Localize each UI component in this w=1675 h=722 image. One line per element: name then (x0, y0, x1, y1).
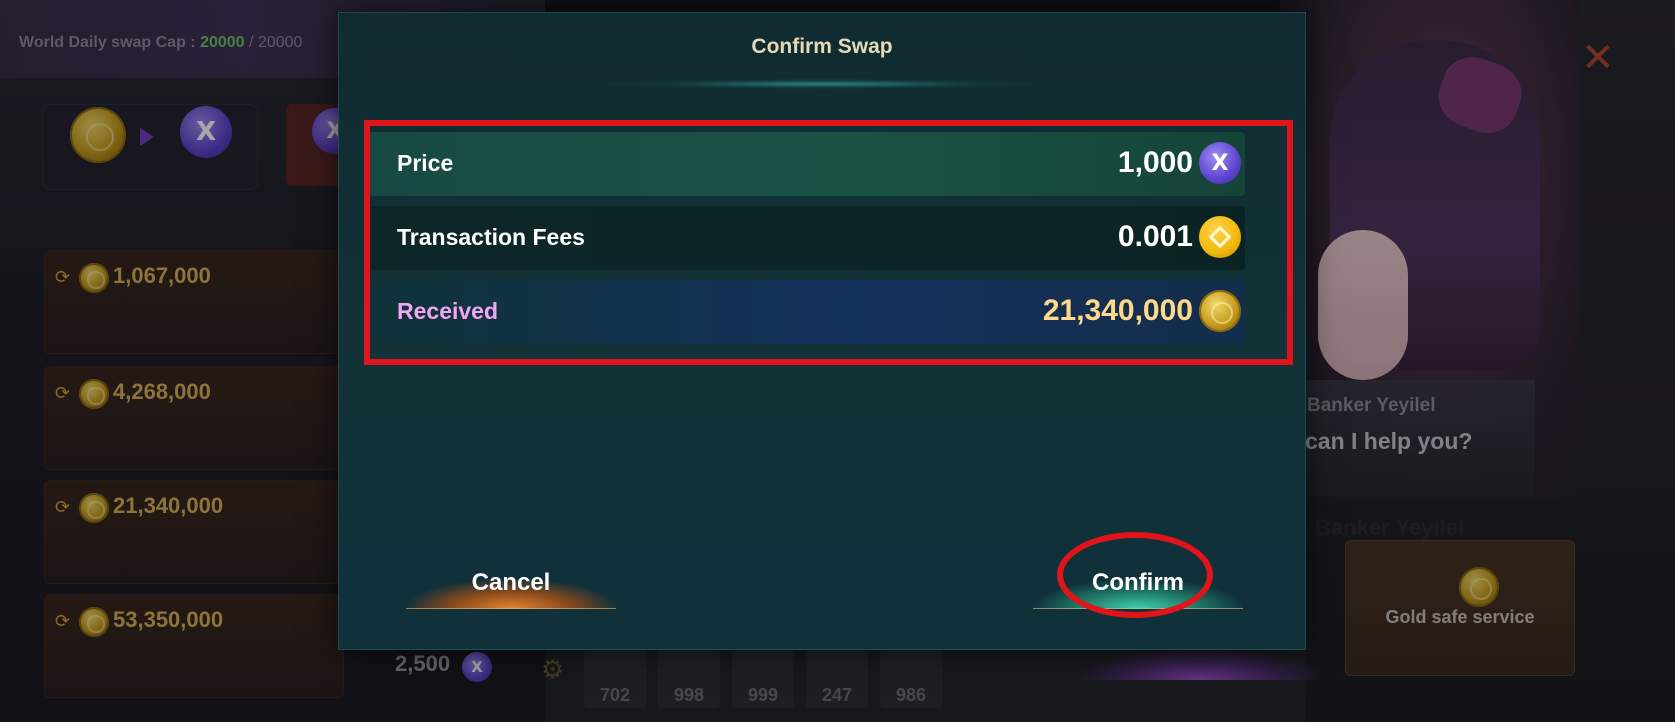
title-glow-divider (609, 79, 1037, 89)
highlight-rectangle (364, 120, 1293, 365)
cancel-button[interactable]: Cancel (406, 557, 616, 617)
highlight-oval (1057, 532, 1213, 618)
dialog-title: Confirm Swap (751, 35, 893, 58)
cancel-button-label: Cancel (471, 569, 551, 596)
cancel-button-underline (406, 608, 616, 609)
